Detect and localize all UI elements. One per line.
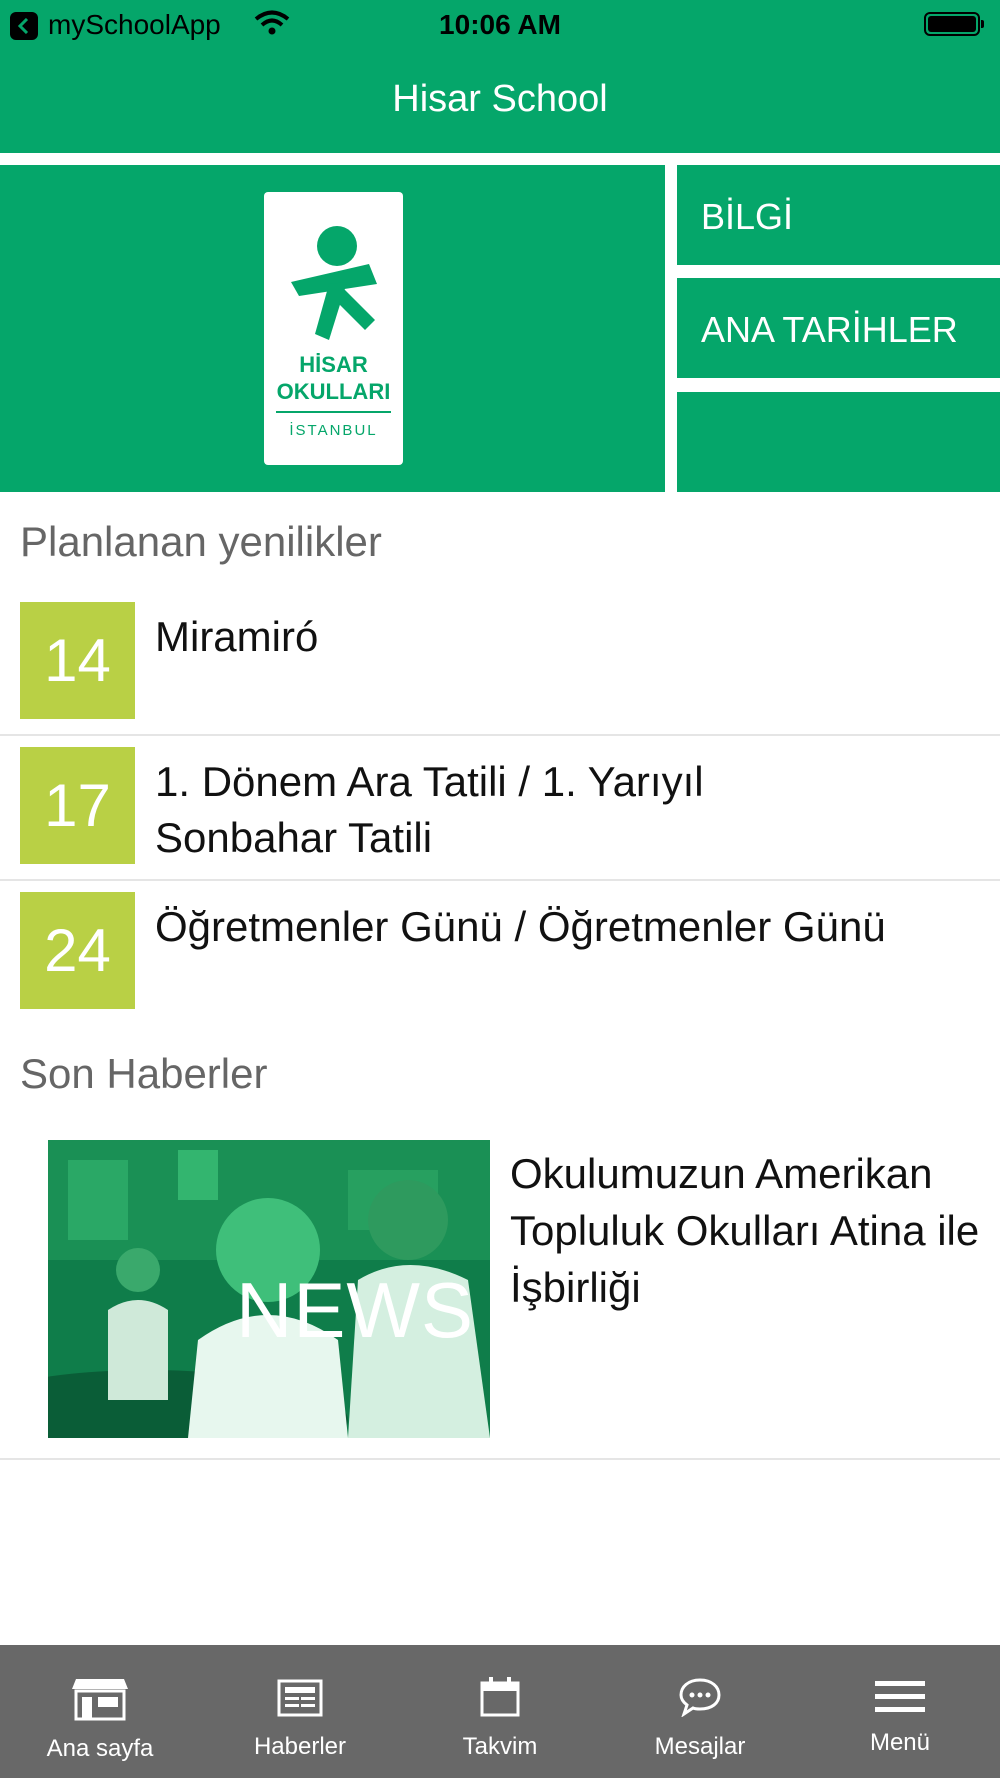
event-title: Miramiró: [155, 613, 319, 660]
news-icon: [200, 1679, 400, 1722]
home-icon: [0, 1677, 200, 1726]
school-logo-tile[interactable]: HİSAR OKULLARI İSTANBUL: [0, 165, 665, 492]
tab-menu[interactable]: Menü: [800, 1645, 1000, 1778]
tile-empty[interactable]: [677, 392, 1000, 492]
tab-label: Takvim: [462, 1733, 538, 1760]
tab-label: Ana sayfa: [46, 1735, 154, 1762]
news-title: Okulumuzun Amerikan Topluluk Okulları At…: [510, 1150, 980, 1311]
tab-label: Haberler: [253, 1733, 347, 1760]
tile-bilgi[interactable]: BİLGİ: [677, 165, 1000, 265]
school-logo: HİSAR OKULLARI İSTANBUL: [264, 192, 403, 465]
calendar-icon: [400, 1677, 600, 1722]
logo-text-line2: OKULLARI: [276, 379, 391, 404]
events-section-title: Planlanan yenilikler: [20, 518, 382, 565]
title-bar: Hisar School: [0, 50, 1000, 153]
menu-icon: [800, 1681, 1000, 1718]
event-row[interactable]: 24 Öğretmenler Günü / Öğretmenler Günü: [0, 879, 1000, 1024]
news-image-overlay-text: NEWS: [236, 1266, 474, 1354]
event-row[interactable]: 17 1. Dönem Ara Tatili / 1. Yarıyıl Sonb…: [0, 734, 1000, 881]
tab-label: Mesajlar: [654, 1733, 746, 1760]
tile-ana-tarihler[interactable]: ANA TARİHLER: [677, 278, 1000, 378]
tab-haberler[interactable]: Haberler: [200, 1645, 400, 1778]
school-logo-figure-icon: [291, 226, 377, 340]
event-date-badge: 14: [20, 602, 135, 719]
logo-divider: [276, 411, 391, 413]
tab-mesajlar[interactable]: Mesajlar: [600, 1645, 800, 1778]
chat-icon: [600, 1677, 800, 1722]
status-time: 10:06 AM: [439, 9, 561, 40]
status-bar: mySchoolApp 10:06 AM: [0, 0, 1000, 50]
tab-label: Menü: [869, 1729, 931, 1756]
event-date-badge: 17: [20, 747, 135, 864]
tab-takvim[interactable]: Takvim: [400, 1645, 600, 1778]
event-date-badge: 24: [20, 892, 135, 1009]
logo-text-line1: HİSAR: [299, 352, 368, 377]
page-title: Hisar School: [392, 78, 608, 120]
logo-text-line3: İSTANBUL: [289, 422, 378, 439]
tab-ana-sayfa[interactable]: Ana sayfa: [0, 1645, 200, 1778]
battery-icon: [924, 12, 984, 36]
news-thumbnail: NEWS: [48, 1140, 490, 1438]
event-title: 1. Dönem Ara Tatili / 1. Yarıyıl Sonbaha…: [155, 758, 704, 861]
tile-label: ANA TARİHLER: [701, 309, 958, 350]
news-item[interactable]: NEWS Okulumuzun Amerikan Topluluk Okulla…: [0, 1120, 1000, 1460]
event-row[interactable]: 14 Miramiró: [0, 589, 1000, 736]
tile-label: BİLGİ: [701, 196, 794, 237]
event-title: Öğretmenler Günü / Öğretmenler Günü: [155, 903, 886, 950]
news-section-title: Son Haberler: [20, 1050, 268, 1097]
tab-bar: Ana sayfa Haberler Takvim Mesajlar Menü: [0, 1645, 1000, 1778]
